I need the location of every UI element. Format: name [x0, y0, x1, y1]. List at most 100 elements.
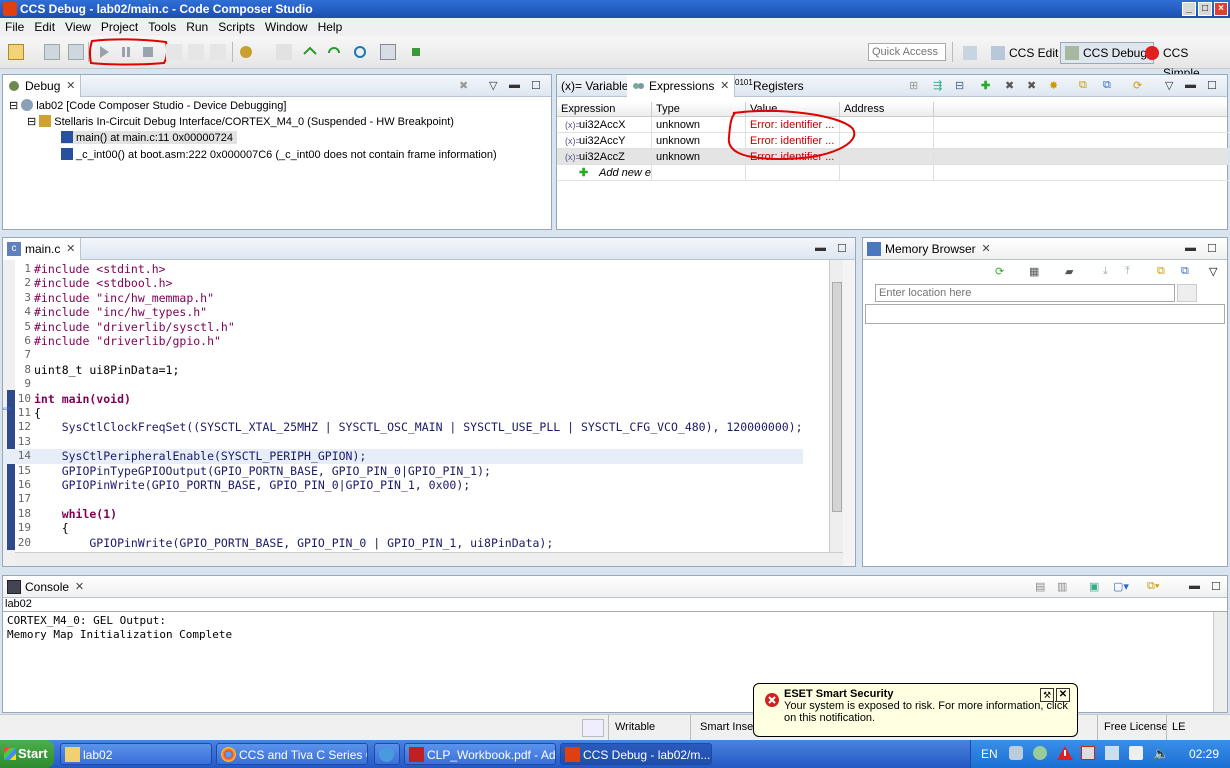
import-icon[interactable]: ⤓ [1103, 265, 1108, 278]
view-menu-icon[interactable]: ▽ [1209, 265, 1217, 278]
minimize-button[interactable]: _ [1182, 2, 1196, 16]
code-line[interactable]: 6 #include "driverlib/gpio.h" [3, 334, 803, 348]
suspend-icon[interactable] [118, 44, 134, 60]
pin-console-icon[interactable]: ▣ [1089, 580, 1099, 593]
display-console-icon[interactable]: ▢▾ [1113, 580, 1129, 593]
minimize-view-icon[interactable]: ▬ [1189, 580, 1200, 592]
open-perspective-button[interactable] [958, 42, 984, 64]
menu-run[interactable]: Run [181, 18, 213, 34]
vertical-scrollbar[interactable] [829, 260, 843, 552]
scrollbar-thumb[interactable] [832, 282, 842, 512]
maximize-button[interactable]: □ [1198, 2, 1212, 16]
eset-tray-icon[interactable] [1033, 746, 1047, 760]
code-line[interactable]: 17 [3, 492, 803, 506]
collapse-icon[interactable]: ⊞ [909, 79, 918, 92]
taskbar-item-ccs-debug[interactable]: CCS Debug - lab02/m... [560, 743, 712, 765]
minimize-view-icon[interactable]: ▬ [1185, 242, 1196, 254]
terminate-icon[interactable] [140, 44, 156, 60]
tab-registers[interactable]: 0101 Registers [731, 75, 824, 97]
table-row[interactable]: ui32AccZ unknown Error: identifier ... [557, 149, 1228, 165]
code-line[interactable]: 13 [3, 435, 803, 449]
new-view-icon[interactable]: ⧉ [1079, 79, 1087, 92]
minimize-view-icon[interactable]: ▬ [815, 242, 826, 254]
connect-icon[interactable] [352, 44, 368, 60]
new-icon[interactable] [8, 44, 24, 60]
network-icon[interactable] [1009, 746, 1023, 760]
pin-memory-icon[interactable]: ⧉ [1181, 265, 1189, 278]
tab-console[interactable]: Console ✕ [3, 576, 89, 598]
menu-scripts[interactable]: Scripts [213, 18, 260, 34]
quick-access-input[interactable] [868, 43, 946, 61]
resume-icon[interactable] [96, 44, 112, 60]
maximize-view-icon[interactable]: ☐ [531, 79, 541, 92]
open-console-icon[interactable]: ⧉▾ [1147, 580, 1159, 593]
close-button[interactable]: × [1214, 2, 1228, 16]
code-line[interactable]: 19 { [3, 521, 803, 535]
select-all-icon[interactable]: ⇶ [933, 79, 942, 92]
code-line[interactable]: 18 while(1) [3, 507, 803, 521]
add-new-expression-row[interactable]: Add new ex [557, 165, 1228, 181]
table-row[interactable]: ui32AccX unknown Error: identifier ... [557, 117, 1228, 133]
save-icon[interactable] [44, 44, 60, 60]
add-new-expression[interactable]: Add new ex [557, 165, 652, 181]
signal-icon[interactable] [1105, 746, 1119, 760]
minimize-view-icon[interactable]: ▬ [509, 79, 520, 91]
start-button[interactable]: Start [0, 740, 54, 768]
close-icon[interactable]: ✕ [75, 576, 84, 598]
step-over-icon[interactable] [188, 44, 204, 60]
clock[interactable]: 02:29 [1189, 747, 1219, 761]
export-icon[interactable]: ⤒ [1125, 265, 1130, 278]
collapse-all-icon[interactable]: ⊟ [955, 79, 964, 92]
taskbar-item-pdf[interactable]: CLP_Workbook.pdf - Ad... [404, 743, 556, 765]
close-notification-icon[interactable]: ✕ [1056, 688, 1070, 702]
console-icon[interactable] [380, 44, 396, 60]
pin-icon[interactable]: ⧉ [1103, 79, 1111, 92]
memory-map-icon[interactable]: ▦ [1029, 265, 1039, 278]
memory-location-input[interactable] [875, 284, 1175, 302]
eset-notification[interactable]: ESET Smart Security Your system is expos… [753, 683, 1078, 737]
maximize-view-icon[interactable]: ☐ [837, 242, 847, 255]
menu-file[interactable]: File [0, 18, 29, 34]
tree-item-cint00-frame[interactable]: _c_int00() at boot.asm:222 0x000007C6 (_… [61, 148, 497, 161]
console-scrollbar[interactable] [1213, 612, 1227, 712]
remove-terminated-icon[interactable]: ✖ [459, 79, 468, 92]
warning-icon[interactable] [1057, 746, 1073, 760]
code-line[interactable]: 3 #include "inc/hw_memmap.h" [3, 291, 803, 305]
menu-help[interactable]: Help [313, 18, 348, 34]
refresh-icon[interactable]: ✸ [1049, 79, 1058, 92]
tab-main-c[interactable]: c main.c ✕ [3, 238, 82, 260]
code-line[interactable]: 11{ [3, 406, 803, 420]
taskbar-item-chrome[interactable]: CCS and Tiva C Series C... [216, 743, 368, 765]
tab-memory-browser[interactable]: Memory Browser ✕ [863, 238, 996, 260]
usb-icon[interactable] [1129, 746, 1143, 760]
code-line[interactable]: 1 #include <stdint.h> [3, 262, 803, 276]
refresh-memory-icon[interactable]: ⟳ [995, 265, 1004, 278]
debug-config-icon[interactable] [238, 44, 254, 60]
maximize-view-icon[interactable]: ☐ [1207, 242, 1217, 255]
assembly-step-icon[interactable] [302, 44, 318, 60]
reset-icon[interactable] [276, 44, 292, 60]
menu-window[interactable]: Window [260, 18, 313, 34]
close-icon[interactable]: ✕ [981, 238, 990, 260]
clear-console-icon[interactable]: ▤ [1035, 580, 1045, 593]
remove-all-icon[interactable]: ✖ [1027, 79, 1036, 92]
format-icon[interactable]: ▰ [1065, 265, 1073, 278]
menu-edit[interactable]: Edit [29, 18, 60, 34]
table-row[interactable]: ui32AccY unknown Error: identifier ... [557, 133, 1228, 149]
code-line[interactable]: 12 SysCtlClockFreqSet((SYSCTL_XTAL_25MHZ… [3, 420, 803, 434]
perspective-ccs-simple[interactable]: CCS Simple [1140, 42, 1230, 80]
continuous-refresh-icon[interactable]: ⟳ [1133, 79, 1142, 92]
tree-item-lab02[interactable]: ⊟ lab02 [Code Composer Studio - Device D… [9, 99, 286, 112]
new-memory-view-icon[interactable]: ⧉ [1157, 265, 1165, 278]
code-line[interactable]: 14 SysCtlPeripheralEnable(SYSCTL_PERIPH_… [3, 449, 803, 464]
close-icon[interactable]: ✕ [720, 75, 729, 97]
maximize-view-icon[interactable]: ☐ [1211, 580, 1221, 593]
tree-item-main-frame[interactable]: main() at main.c:11 0x00000724 [61, 131, 237, 144]
code-line[interactable]: 7 [3, 348, 803, 362]
maximize-view-icon[interactable]: ☐ [1207, 79, 1217, 92]
tree-item-cortex[interactable]: ⊟ Stellaris In-Circuit Debug Interface/C… [27, 115, 454, 128]
view-menu-icon[interactable]: ▽ [1165, 79, 1173, 92]
code-area[interactable]: 1 #include <stdint.h> 2 #include <stdbool.h… [3, 262, 829, 550]
code-line[interactable]: 20 GPIOPinWrite(GPIO_PORTN_BASE, GPIO_PI… [3, 536, 803, 550]
volume-icon[interactable]: 🔈 [1153, 746, 1169, 762]
